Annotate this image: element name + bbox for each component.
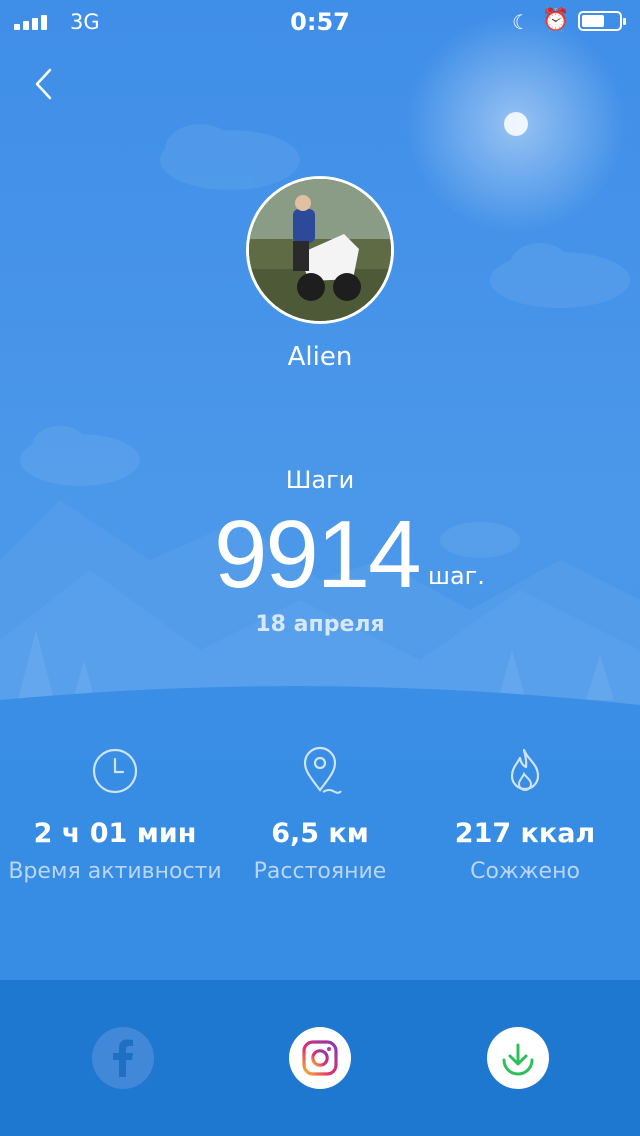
instagram-share-button[interactable] — [289, 1027, 351, 1089]
battery-icon — [578, 11, 626, 31]
clock-icon — [92, 748, 138, 794]
battery-level — [582, 15, 604, 27]
stat-calories: 217 ккал Сожжено — [410, 746, 640, 884]
stat-active-time: 2 ч 01 мин Время активности — [0, 746, 230, 884]
facebook-share-button[interactable] — [92, 1027, 154, 1089]
profile-name: Alien — [287, 342, 353, 372]
back-button[interactable] — [26, 62, 66, 106]
stat-distance: 6,5 км Расстояние — [205, 746, 435, 884]
steps-label: Шаги — [285, 466, 355, 494]
steps-unit: шаг. — [428, 562, 485, 590]
calories-value: 217 ккал — [454, 818, 596, 849]
facebook-icon — [113, 1039, 133, 1077]
chevron-left-icon — [35, 68, 52, 100]
location-pin-icon — [303, 746, 342, 794]
instagram-icon — [302, 1040, 338, 1076]
download-icon — [502, 1043, 534, 1076]
avatar[interactable] — [246, 176, 394, 324]
download-button[interactable] — [487, 1027, 549, 1089]
alarm-icon: ⏰ — [542, 8, 570, 33]
status-bar: 3G 0:57 ☾ ⏰ — [0, 0, 640, 44]
flame-icon — [510, 748, 540, 792]
steps-count: 9914 — [214, 501, 422, 608]
share-bar — [0, 980, 640, 1136]
distance-label: Расстояние — [253, 859, 387, 884]
motorcycle-photo — [249, 179, 391, 321]
do-not-disturb-icon: ☾ — [512, 10, 530, 34]
calories-label: Сожжено — [470, 859, 580, 884]
steps-date: 18 апреля — [255, 612, 385, 637]
active-time-label: Время активности — [8, 859, 222, 884]
distance-value: 6,5 км — [271, 818, 369, 849]
active-time-value: 2 ч 01 мин — [33, 818, 197, 849]
